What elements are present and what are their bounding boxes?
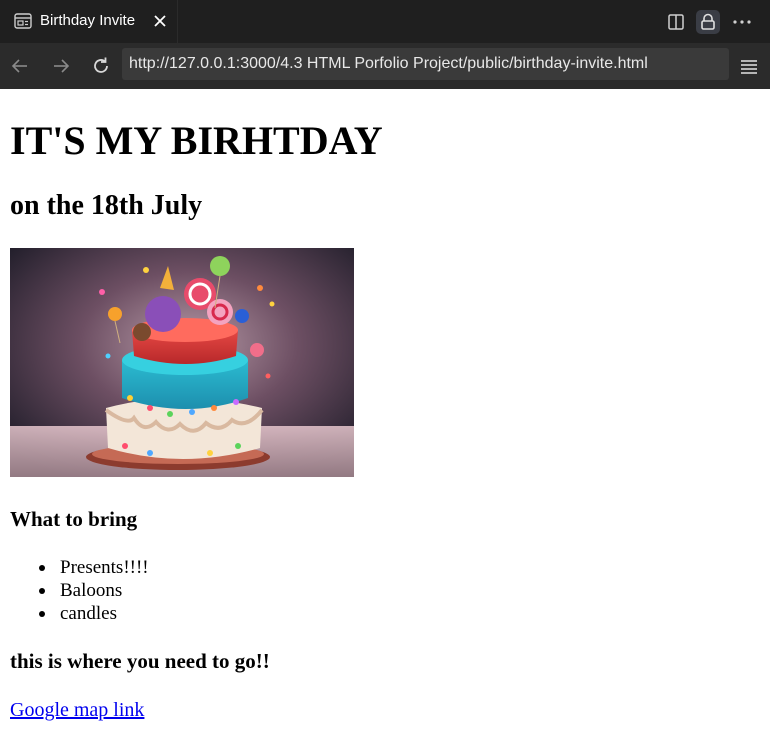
bring-list: Presents!!!! Baloons candles [10, 556, 149, 625]
list-item: candles [10, 602, 149, 625]
location-heading: this is where you need to go!! [10, 649, 270, 673]
reload-icon[interactable] [90, 55, 112, 77]
page-title: IT'S MY BIRHTDAY [10, 118, 383, 163]
more-icon[interactable] [730, 10, 754, 34]
bullet [39, 588, 45, 594]
tab-birthday-invite[interactable]: Birthday Invite [0, 0, 178, 43]
lock-icon[interactable] [696, 10, 720, 34]
page-content: IT'S MY BIRHTDAY on the 18th July What t… [0, 89, 770, 741]
close-icon[interactable] [152, 12, 168, 30]
google-map-link[interactable]: Google map link [10, 699, 144, 722]
forward-icon[interactable] [50, 55, 72, 77]
what-to-bring-heading: What to bring [10, 507, 138, 531]
list-item: Presents!!!! [10, 556, 149, 579]
menu-icon[interactable] [738, 56, 760, 76]
address-bar: http://127.0.0.1:3000/4.3 HTML Porfolio … [0, 43, 770, 89]
list-item-label: Baloons [60, 580, 123, 601]
url-field[interactable]: http://127.0.0.1:3000/4.3 HTML Porfolio … [122, 48, 729, 80]
tab-bar: Birthday Invite [0, 0, 770, 43]
back-icon[interactable] [9, 55, 31, 77]
split-view-icon[interactable] [664, 10, 688, 34]
list-item-label: candles [60, 603, 117, 624]
bullet [39, 611, 45, 617]
list-item-label: Presents!!!! [60, 557, 149, 578]
list-item: Baloons [10, 579, 149, 602]
tab-title: Birthday Invite [40, 12, 136, 29]
birthday-cake-image [10, 248, 354, 477]
bullet [39, 565, 45, 571]
page-icon [14, 13, 32, 29]
date-subheading: on the 18th July [10, 190, 203, 221]
